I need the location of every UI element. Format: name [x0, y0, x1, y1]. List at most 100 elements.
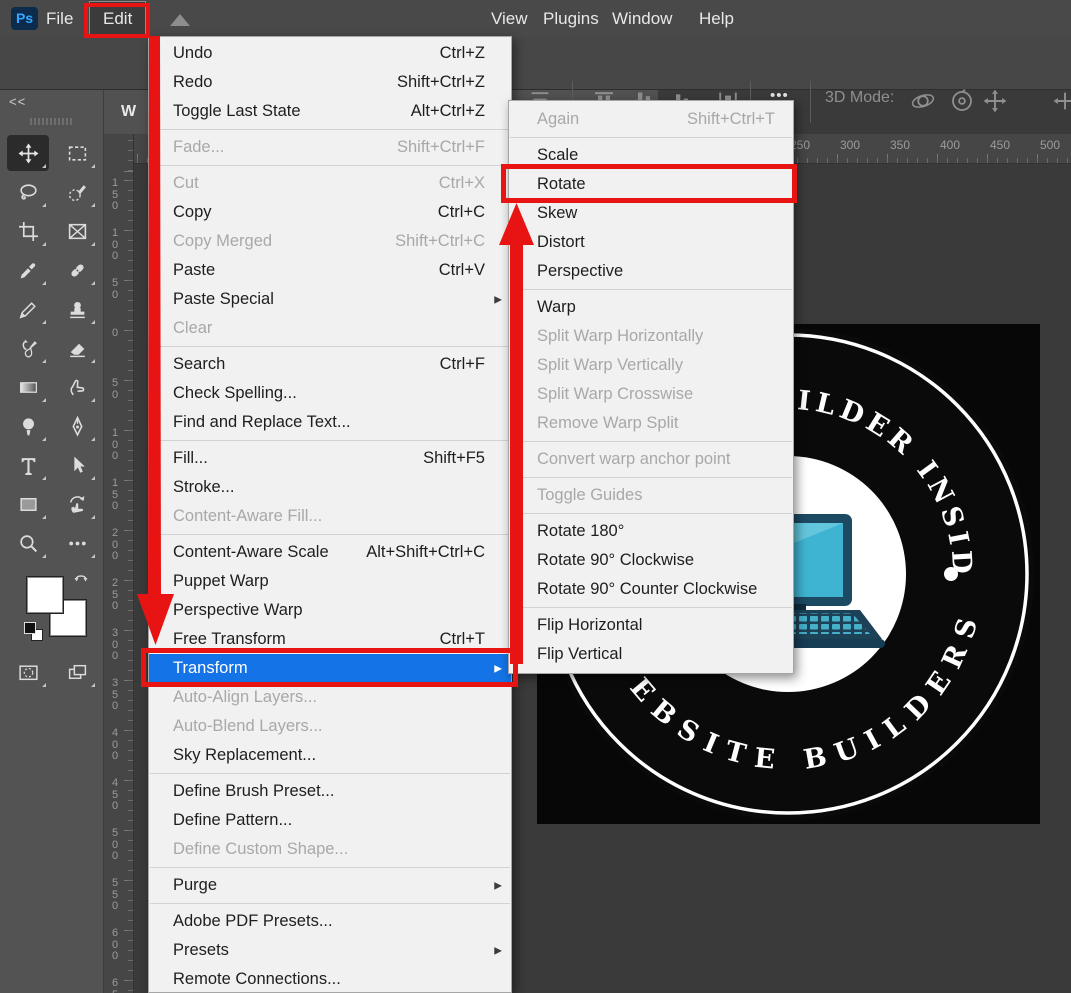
move-tool[interactable]: [7, 135, 49, 171]
submenu-item[interactable]: Remove Warp Split: [509, 409, 793, 438]
path-selection-tool[interactable]: [56, 447, 98, 483]
spot-healing-brush-tool[interactable]: [56, 252, 98, 288]
screen-mode-button[interactable]: [56, 654, 98, 690]
submenu-item[interactable]: Distort: [509, 228, 793, 257]
submenu-item[interactable]: Split Warp Crosswise: [509, 380, 793, 409]
menu-item[interactable]: Fade... Shift+Ctrl+F: [149, 133, 511, 162]
edit-toolbar-icon[interactable]: [56, 525, 98, 561]
smudge-tool[interactable]: [56, 369, 98, 405]
submenu-item[interactable]: Skew: [509, 199, 793, 228]
lasso-tool[interactable]: [7, 174, 49, 210]
submenu-item[interactable]: Rotate 90° Clockwise: [509, 546, 793, 575]
menu-item[interactable]: Toggle Last State Alt+Ctrl+Z: [149, 97, 511, 126]
submenu-item[interactable]: Convert warp anchor point: [509, 445, 793, 474]
submenu-item-label: Toggle Guides: [537, 486, 643, 505]
menu-file[interactable]: File: [46, 0, 73, 37]
submenu-item-label: Rotate 90° Clockwise: [537, 551, 694, 570]
submenu-item[interactable]: Flip Vertical: [509, 640, 793, 669]
clone-stamp-tool[interactable]: [56, 291, 98, 327]
menubar: Ps File Edit View Plugins Window Help: [0, 0, 1071, 37]
quick-selection-tool[interactable]: [56, 174, 98, 210]
rectangular-marquee-tool[interactable]: [56, 135, 98, 171]
pen-tool[interactable]: [56, 408, 98, 444]
v-ruler-label: 550: [112, 878, 121, 928]
menu-item[interactable]: Paste Ctrl+V: [149, 256, 511, 285]
3d-orbit-icon[interactable]: [911, 89, 935, 113]
menu-item[interactable]: Puppet Warp: [149, 567, 511, 596]
submenu-item[interactable]: Split Warp Horizontally: [509, 322, 793, 351]
3d-roll-icon[interactable]: [950, 89, 974, 113]
menu-item[interactable]: Find and Replace Text...: [149, 408, 511, 437]
submenu-item[interactable]: Warp: [509, 293, 793, 322]
rectangle-tool[interactable]: [7, 486, 49, 522]
menu-item[interactable]: Content-Aware Scale Alt+Shift+Ctrl+C: [149, 538, 511, 567]
quick-mask-button[interactable]: [7, 654, 49, 690]
3d-slide-icon[interactable]: [1053, 89, 1071, 113]
menu-item[interactable]: Auto-Align Layers...: [149, 683, 511, 712]
submenu-item[interactable]: Toggle Guides: [509, 481, 793, 510]
menu-separator: [150, 129, 510, 130]
menu-item-shortcut: Shift+F5: [423, 449, 485, 468]
frame-tool[interactable]: [56, 213, 98, 249]
menu-item[interactable]: Purge: [149, 871, 511, 900]
submenu-item-label: Convert warp anchor point: [537, 450, 731, 469]
annotation-box-edit: [84, 3, 150, 38]
dodge-tool[interactable]: [7, 408, 49, 444]
v-ruler-label: 450: [112, 778, 121, 828]
eyedropper-tool[interactable]: [7, 252, 49, 288]
menu-item[interactable]: Paste Special: [149, 285, 511, 314]
menu-view[interactable]: View: [491, 0, 528, 37]
v-ruler-label: 650: [112, 978, 121, 993]
swap-colors-icon[interactable]: [72, 570, 90, 593]
collapse-panel-button[interactable]: <<: [9, 94, 26, 109]
menu-item[interactable]: Stroke...: [149, 473, 511, 502]
menu-item[interactable]: Undo Ctrl+Z: [149, 39, 511, 68]
submenu-item[interactable]: Rotate 90° Counter Clockwise: [509, 575, 793, 604]
menu-item[interactable]: Search Ctrl+F: [149, 350, 511, 379]
menu-item[interactable]: Clear: [149, 314, 511, 343]
eraser-tool[interactable]: [56, 330, 98, 366]
menu-item[interactable]: Presets: [149, 936, 511, 965]
3d-pan-icon[interactable]: [983, 89, 1007, 113]
menu-item[interactable]: Check Spelling...: [149, 379, 511, 408]
menu-item[interactable]: Define Custom Shape...: [149, 835, 511, 864]
crop-tool[interactable]: [7, 213, 49, 249]
submenu-item[interactable]: Flip Horizontal: [509, 611, 793, 640]
menu-item[interactable]: Fill... Shift+F5: [149, 444, 511, 473]
menu-item[interactable]: Cut Ctrl+X: [149, 169, 511, 198]
menu-item[interactable]: Content-Aware Fill...: [149, 502, 511, 531]
menu-item-label: Adobe PDF Presets...: [173, 912, 333, 931]
gradient-tool[interactable]: [7, 369, 49, 405]
foreground-color-swatch[interactable]: [26, 576, 64, 614]
menu-window[interactable]: Window: [612, 0, 672, 37]
menu-item[interactable]: Adobe PDF Presets...: [149, 907, 511, 936]
menu-item[interactable]: Copy Ctrl+C: [149, 198, 511, 227]
zoom-tool[interactable]: [7, 525, 49, 561]
menu-item[interactable]: Sky Replacement...: [149, 741, 511, 770]
menu-item[interactable]: Define Brush Preset...: [149, 777, 511, 806]
menu-item[interactable]: Define Pattern...: [149, 806, 511, 835]
type-tool[interactable]: [7, 447, 49, 483]
submenu-item[interactable]: Again Shift+Ctrl+T: [509, 105, 793, 134]
menu-item[interactable]: Perspective Warp: [149, 596, 511, 625]
menu-plugins[interactable]: Plugins: [543, 0, 599, 37]
submenu-item[interactable]: Rotate 180°: [509, 517, 793, 546]
menu-item[interactable]: Remote Connections...: [149, 965, 511, 993]
menu-item[interactable]: Redo Shift+Ctrl+Z: [149, 68, 511, 97]
menu-item-label: Search: [173, 355, 225, 374]
menu-help[interactable]: Help: [699, 0, 734, 37]
pencil-tool[interactable]: [7, 291, 49, 327]
default-colors-icon-front[interactable]: [24, 622, 36, 634]
submenu-item-label: Distort: [537, 233, 585, 252]
v-ruler-label: 50: [112, 278, 121, 328]
menu-item[interactable]: Auto-Blend Layers...: [149, 712, 511, 741]
submenu-item[interactable]: Perspective: [509, 257, 793, 286]
history-brush-tool[interactable]: [7, 330, 49, 366]
submenu-item[interactable]: Split Warp Vertically: [509, 351, 793, 380]
v-ruler-label: 200: [112, 528, 121, 578]
rotate-view-tool[interactable]: [56, 486, 98, 522]
panel-grip[interactable]: [30, 118, 74, 125]
v-ruler-label: 600: [112, 928, 121, 978]
h-ruler-label: 500: [1035, 134, 1071, 152]
menu-item[interactable]: Copy Merged Shift+Ctrl+C: [149, 227, 511, 256]
